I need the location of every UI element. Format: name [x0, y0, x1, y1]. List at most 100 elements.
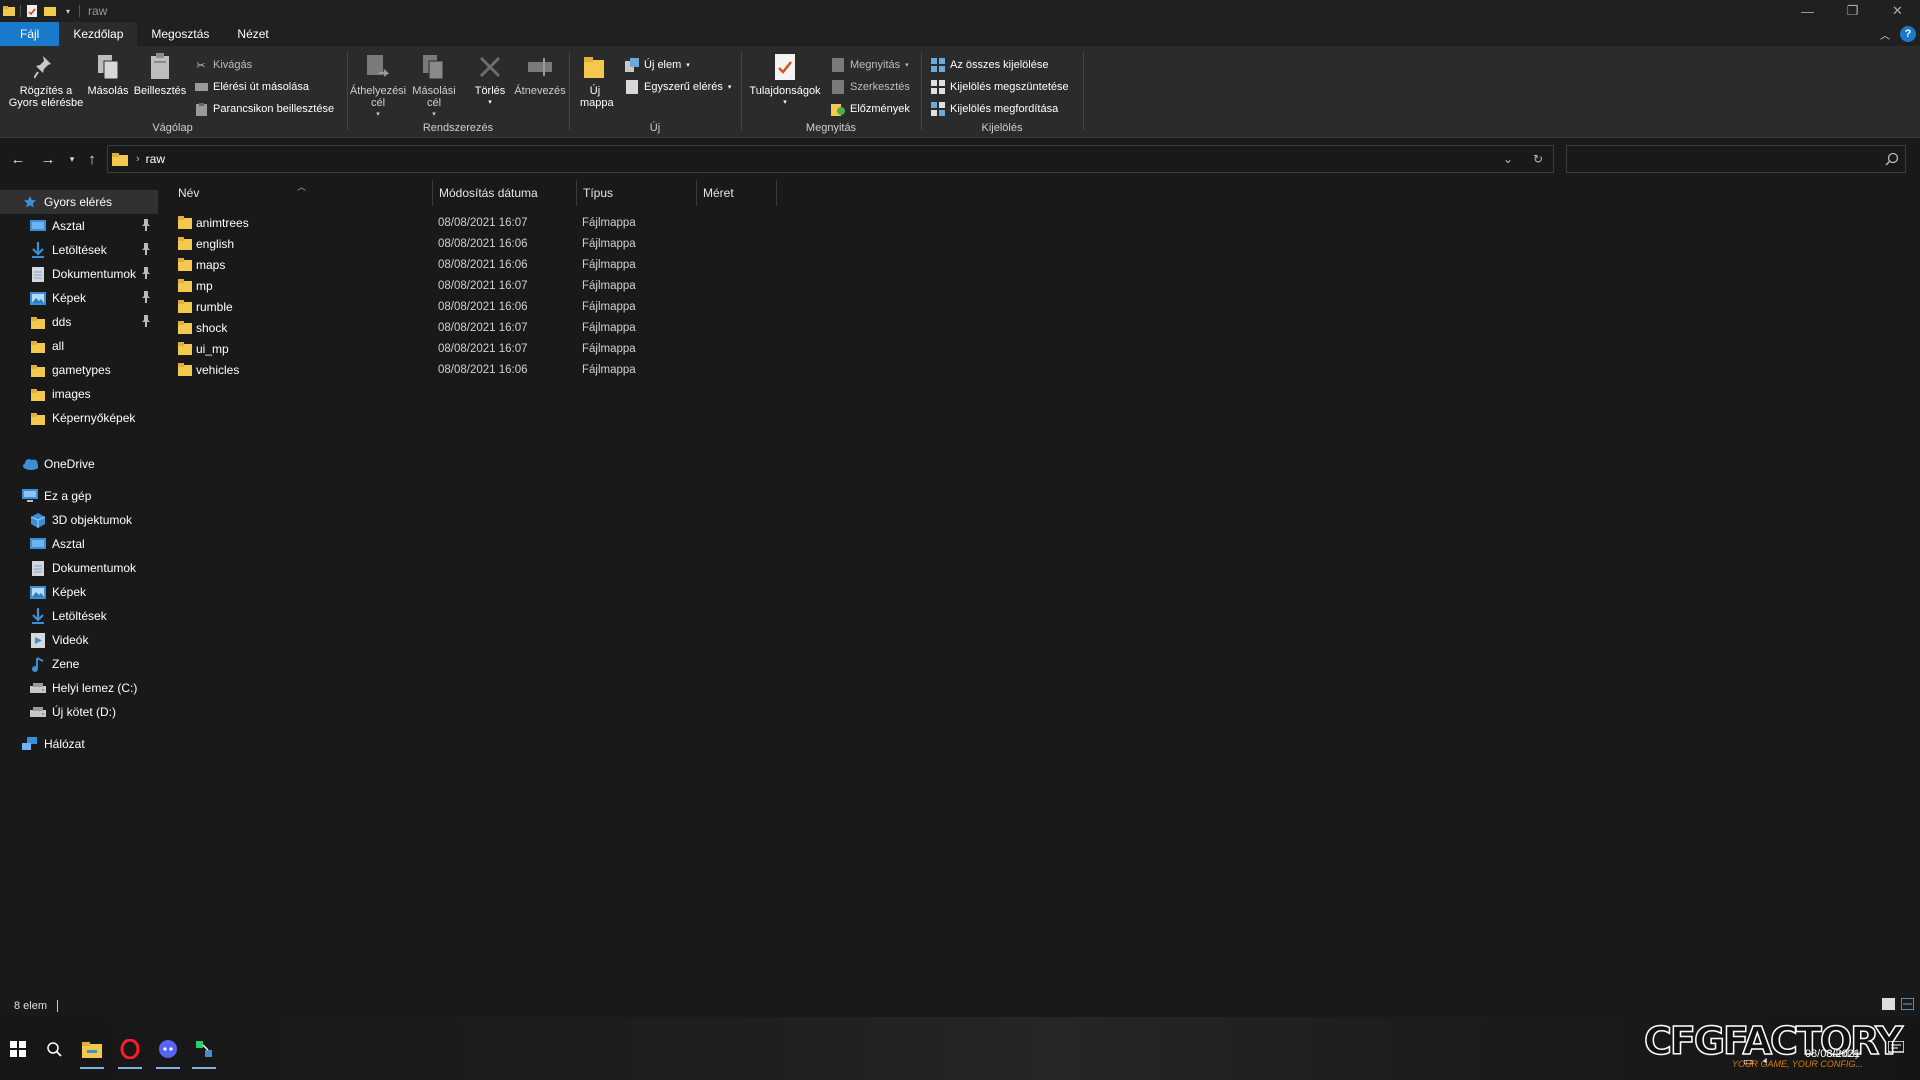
customize-qat-icon[interactable]: ▾	[61, 4, 75, 18]
sidebar-item-helyi-lemez-c[interactable]: Helyi lemez (C:)	[0, 676, 158, 700]
invert-selection-button[interactable]: Kijelölés megfordítása	[931, 100, 1058, 118]
column-divider[interactable]	[576, 180, 577, 206]
select-none-button[interactable]: Kijelölés megszüntetése	[931, 78, 1069, 96]
sidebar-item-asztal[interactable]: Asztal	[0, 214, 158, 238]
column-header-name[interactable]: Név	[178, 180, 199, 206]
cube-icon	[30, 512, 46, 528]
notification-center-button[interactable]	[1887, 1040, 1905, 1058]
table-row[interactable]: mp 08/08/2021 16:07 Fájlmappa	[174, 275, 774, 296]
details-view-icon[interactable]	[1882, 998, 1895, 1013]
table-row[interactable]: english 08/08/2021 16:06 Fájlmappa	[174, 233, 774, 254]
taskbar-app[interactable]	[186, 1031, 222, 1069]
column-divider[interactable]	[696, 180, 697, 206]
column-header-type[interactable]: Típus	[583, 180, 613, 206]
sidebar-item-képernyőképek[interactable]: Képernyőképek	[0, 406, 158, 430]
sidebar-item-ez-a-gép[interactable]: Ez a gép	[0, 484, 158, 508]
rename-button[interactable]: Átnevezés	[513, 52, 567, 97]
item-count: 8 elem	[14, 1000, 48, 1012]
forward-button[interactable]: →	[38, 149, 58, 169]
sidebar-item-asztal[interactable]: Asztal	[0, 532, 158, 556]
column-divider[interactable]	[432, 180, 433, 206]
table-row[interactable]: shock 08/08/2021 16:07 Fájlmappa	[174, 317, 774, 338]
search-button[interactable]	[36, 1031, 72, 1067]
properties-button[interactable]: Tulajdonságok ▾	[745, 52, 825, 109]
sidebar-item-all[interactable]: all	[0, 334, 158, 358]
column-header-size[interactable]: Méret	[703, 180, 734, 206]
sidebar-item-3d-objektumok[interactable]: 3D objektumok	[0, 508, 158, 532]
easy-access-label: Egyszerű elérés	[644, 81, 723, 93]
sidebar-item-label: Képernyőképek	[52, 411, 136, 425]
copy-path-button[interactable]: Elérési út másolása	[194, 78, 309, 96]
collapse-ribbon-icon[interactable]: ︿	[1880, 27, 1890, 42]
open-label: Megnyitás	[850, 59, 901, 71]
pin-quick-access-button[interactable]: Rögzítés a Gyors elérésbe	[6, 52, 86, 109]
sidebar-item-letöltések[interactable]: Letöltések	[0, 238, 158, 262]
select-all-button[interactable]: Az összes kijelölése	[931, 56, 1048, 74]
large-icons-view-icon[interactable]	[1900, 997, 1915, 1013]
new-folder-icon[interactable]	[43, 4, 57, 18]
taskbar-app[interactable]	[112, 1031, 148, 1069]
properties-icon[interactable]	[25, 4, 39, 18]
tab-share[interactable]: Megosztás	[137, 22, 223, 46]
taskbar-app[interactable]	[74, 1031, 110, 1069]
copy-button[interactable]: Másolás	[86, 52, 130, 97]
sidebar-item-gametypes[interactable]: gametypes	[0, 358, 158, 382]
easy-access-button[interactable]: Egyszerű elérés ▾	[625, 78, 731, 96]
maximize-button[interactable]: ❐	[1830, 0, 1875, 22]
new-item-button[interactable]: Új elem ▾	[625, 56, 690, 74]
open-button[interactable]: Megnyitás ▾	[831, 56, 909, 74]
invert-selection-icon	[931, 102, 945, 116]
sidebar-item-gyors-elérés[interactable]: Gyors elérés	[0, 190, 158, 214]
minimize-button[interactable]: —	[1785, 0, 1830, 22]
sidebar-item-képek[interactable]: Képek	[0, 286, 158, 310]
sidebar-item-letöltések[interactable]: Letöltések	[0, 604, 158, 628]
table-row[interactable]: vehicles 08/08/2021 16:06 Fájlmappa	[174, 359, 774, 380]
table-row[interactable]: maps 08/08/2021 16:06 Fájlmappa	[174, 254, 774, 275]
history-button[interactable]: Előzmények	[831, 100, 910, 118]
breadcrumb[interactable]: raw	[146, 152, 165, 166]
copy-to-button[interactable]: Másolási cél ▾	[409, 52, 459, 121]
drive-icon	[30, 680, 46, 696]
column-header-date[interactable]: Módosítás dátuma	[439, 180, 538, 206]
column-divider[interactable]	[776, 180, 777, 206]
new-folder-button[interactable]: Új mappa	[575, 52, 615, 109]
tab-home[interactable]: Kezdőlap	[59, 22, 138, 46]
tab-view[interactable]: Nézet	[223, 22, 282, 46]
sidebar-item-videók[interactable]: Videók	[0, 628, 158, 652]
sidebar-item-onedrive[interactable]: OneDrive	[0, 452, 158, 476]
help-icon[interactable]: ?	[1900, 26, 1916, 42]
file-date: 08/08/2021 16:07	[438, 342, 528, 355]
sidebar-item-dokumentumok[interactable]: Dokumentumok	[0, 262, 158, 286]
cut-button[interactable]: ✂ Kivágás	[194, 56, 252, 74]
search-input[interactable]	[1566, 145, 1906, 173]
sidebar-item-képek[interactable]: Képek	[0, 580, 158, 604]
move-to-button[interactable]: Áthelyezési cél ▾	[350, 52, 406, 121]
address-bar[interactable]: › raw ⌄ ↻	[107, 145, 1554, 173]
delete-button[interactable]: Törlés ▾	[471, 52, 509, 109]
paste-button[interactable]: Beillesztés	[132, 52, 188, 97]
recent-locations-button[interactable]: ▾	[62, 149, 82, 169]
table-row[interactable]: animtrees 08/08/2021 16:07 Fájlmappa	[174, 212, 774, 233]
sidebar-item-hálózat[interactable]: Hálózat	[0, 732, 158, 756]
sidebar-item-új-kötet-d[interactable]: Új kötet (D:)	[0, 700, 158, 724]
address-dropdown-button[interactable]: ⌄	[1493, 146, 1523, 172]
start-button[interactable]	[0, 1031, 36, 1067]
volume-icon[interactable]: 🔈︎	[1763, 1055, 1770, 1068]
sidebar-item-dokumentumok[interactable]: Dokumentumok	[0, 556, 158, 580]
table-row[interactable]: ui_mp 08/08/2021 16:07 Fájlmappa	[174, 338, 774, 359]
edit-button[interactable]: Szerkesztés	[831, 78, 910, 96]
taskbar-app[interactable]	[150, 1031, 186, 1069]
clock[interactable]: 08/08/2021	[1805, 1047, 1860, 1061]
refresh-button[interactable]: ↻	[1523, 146, 1553, 172]
sidebar-item-dds[interactable]: dds	[0, 310, 158, 334]
pin-icon	[141, 291, 153, 303]
back-button[interactable]: ←	[8, 149, 28, 169]
sidebar-item-images[interactable]: images	[0, 382, 158, 406]
tab-file[interactable]: Fájl	[0, 22, 60, 46]
up-button[interactable]: ↑	[82, 149, 102, 169]
paste-shortcut-button[interactable]: Parancsikon beillesztése	[194, 100, 334, 118]
close-button[interactable]: ✕	[1875, 0, 1920, 22]
table-row[interactable]: rumble 08/08/2021 16:06 Fájlmappa	[174, 296, 774, 317]
network-icon[interactable]: ▭	[1743, 1055, 1753, 1068]
sidebar-item-zene[interactable]: Zene	[0, 652, 158, 676]
